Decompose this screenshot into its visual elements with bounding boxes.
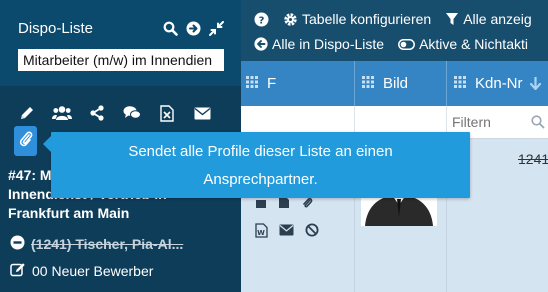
record-line: Frankfurt am Main — [8, 205, 130, 221]
sidebar-header-icons — [163, 19, 224, 37]
action-icons-row — [17, 104, 212, 122]
square-icon[interactable] — [255, 196, 267, 214]
excel-file-icon[interactable] — [157, 104, 177, 122]
toolbar-row: ? Tabelle konfigurieren Alle anzeig — [254, 11, 532, 27]
drag-handle-icon[interactable] — [246, 75, 258, 92]
column-header-label: F — [267, 75, 277, 92]
arrow-left-circle-icon — [254, 37, 268, 51]
row-action-icons: W — [255, 223, 319, 243]
toolbar-row: Alle in Dispo-Liste Aktive & Nichtakti — [254, 36, 528, 52]
sidebar-header: Dispo-Liste — [0, 0, 241, 86]
tooltip-line: Ansprechpartner. — [203, 171, 318, 188]
ban-icon[interactable] — [305, 223, 319, 243]
column-header-label: Kdn-Nr — [475, 75, 523, 92]
share-icon[interactable] — [87, 104, 107, 122]
kdn-nr-filter-input[interactable] — [448, 112, 530, 132]
all-in-dispo-button[interactable]: Alle in Dispo-Liste — [254, 36, 384, 52]
dispo-entry-label: (1241) Tischer, Pia-Al... — [31, 236, 184, 252]
pencil-icon[interactable] — [17, 104, 37, 122]
word-file-icon[interactable]: W — [255, 223, 268, 243]
grid-header: F Bild Kdn-Nr — [241, 61, 548, 106]
search-icon[interactable] — [163, 19, 178, 37]
svg-text:?: ? — [259, 15, 265, 26]
help-button[interactable]: ? — [254, 12, 269, 27]
gear-icon — [284, 12, 297, 26]
configure-table-label: Tabelle konfigurieren — [302, 11, 432, 27]
toolbar: ? Tabelle konfigurieren Alle anzeig Alle… — [241, 0, 548, 61]
minus-circle-icon[interactable] — [10, 235, 25, 253]
arrow-right-circle-icon[interactable] — [186, 19, 201, 37]
column-header-kdn-nr[interactable]: Kdn-Nr — [447, 61, 548, 106]
show-all-button[interactable]: Alle anzeig — [445, 11, 532, 27]
paperclip-icon — [19, 130, 33, 153]
filter-icon — [446, 13, 459, 25]
drag-handle-icon[interactable] — [454, 75, 466, 92]
search-icon[interactable] — [531, 115, 545, 134]
envelope-icon[interactable] — [279, 223, 294, 243]
column-header-bild[interactable]: Bild — [355, 61, 447, 106]
svg-text:W: W — [257, 229, 265, 237]
question-circle-icon: ? — [254, 12, 269, 26]
configure-table-button[interactable]: Tabelle konfigurieren — [283, 11, 431, 27]
send-to-contact-button[interactable] — [14, 126, 37, 156]
row-action-icons — [255, 196, 313, 214]
tooltip: Sendet alle Profile dieser Liste an eine… — [43, 132, 470, 198]
chat-icon[interactable] — [122, 104, 142, 122]
column-header-label: Bild — [383, 75, 409, 92]
new-applicant-label: 00 Neuer Bewerber — [32, 263, 154, 279]
column-header-f[interactable]: F — [241, 61, 355, 106]
active-inactive-label: Aktive & Nichtakti — [419, 36, 528, 52]
compress-icon[interactable] — [209, 19, 224, 37]
dispo-entry[interactable]: (1241) Tischer, Pia-Al... — [10, 235, 183, 253]
sort-arrow-down-icon[interactable] — [529, 77, 541, 90]
users-icon[interactable] — [52, 104, 72, 122]
new-applicant-item[interactable]: 00 Neuer Bewerber — [10, 262, 153, 280]
sidebar-title: Dispo-Liste — [18, 20, 94, 37]
kdn-nr-cell: 1241 — [518, 151, 548, 167]
edit-square-icon — [10, 262, 26, 280]
toggle-icon — [398, 38, 416, 50]
drag-handle-icon[interactable] — [362, 75, 374, 92]
envelope-icon[interactable] — [192, 104, 212, 122]
show-all-label: Alle anzeig — [463, 11, 532, 27]
active-inactive-toggle[interactable]: Aktive & Nichtakti — [398, 36, 528, 52]
tooltip-line: Sendet alle Profile dieser Liste an eine… — [128, 143, 393, 160]
all-in-dispo-label: Alle in Dispo-Liste — [272, 36, 385, 52]
dispo-list-search-input[interactable] — [18, 49, 224, 71]
note-icon[interactable] — [278, 196, 290, 214]
attachment-icon[interactable] — [301, 196, 313, 214]
